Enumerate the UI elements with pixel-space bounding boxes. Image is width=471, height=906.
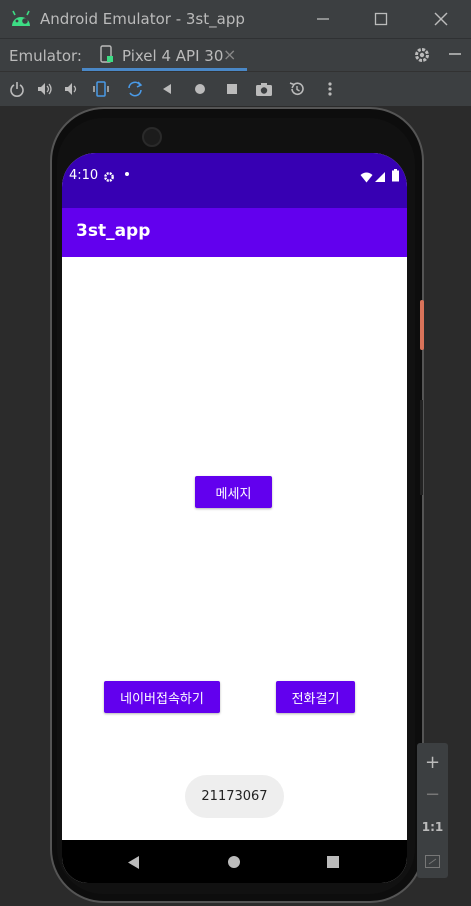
status-time: 4:10	[69, 168, 99, 183]
emulator-label: Emulator:	[9, 47, 82, 65]
emulator-toolbar	[0, 71, 471, 106]
settings-notification-icon	[103, 168, 115, 187]
navigation-bar	[62, 840, 407, 883]
emulator-tabbar: Emulator: Pixel 4 API 30 ×	[0, 38, 471, 71]
app-title: 3st_app	[76, 221, 151, 241]
replay-icon[interactable]	[286, 78, 308, 100]
minimize-button[interactable]	[310, 6, 336, 32]
minimize-panel-icon[interactable]	[447, 46, 463, 66]
nav-home-icon[interactable]	[226, 854, 242, 870]
power-icon[interactable]	[6, 78, 28, 100]
device-icon	[100, 45, 114, 69]
back-icon[interactable]	[156, 78, 178, 100]
device-screen: 4:10 3st_app 메세지 네이버접속하기 전화걸기 21173067	[62, 153, 407, 883]
window-titlebar: Android Emulator - 3st_app	[0, 0, 471, 38]
status-bar: 4:10	[62, 153, 407, 208]
rotate-right-icon[interactable]	[124, 78, 146, 100]
overview-icon[interactable]	[221, 78, 243, 100]
battery-icon	[392, 167, 399, 186]
window-title: Android Emulator - 3st_app	[40, 10, 245, 28]
zoom-out-button[interactable]: −	[417, 779, 448, 809]
call-button[interactable]: 전화걸기	[276, 681, 355, 713]
notification-dot-icon	[125, 172, 129, 176]
tab-close-icon[interactable]: ×	[223, 45, 236, 64]
app-bar: 3st_app	[62, 208, 407, 257]
toast-message: 21173067	[185, 775, 284, 818]
rotate-left-icon[interactable]	[90, 78, 112, 100]
tab-label: Pixel 4 API 30	[122, 47, 224, 65]
volume-up-icon[interactable]	[34, 78, 56, 100]
nav-back-icon[interactable]	[126, 854, 142, 870]
zoom-ratio-button[interactable]: 1:1	[417, 812, 448, 842]
fit-screen-icon[interactable]	[425, 853, 440, 872]
close-window-button[interactable]	[428, 6, 454, 32]
android-icon	[10, 9, 32, 31]
maximize-button[interactable]	[368, 6, 394, 32]
front-camera-icon	[142, 127, 162, 147]
nav-overview-icon[interactable]	[325, 854, 341, 870]
wifi-icon	[360, 168, 373, 187]
tab-pixel4[interactable]: Pixel 4 API 30 ×	[82, 39, 247, 71]
zoom-in-button[interactable]: +	[417, 747, 448, 777]
home-icon[interactable]	[189, 78, 211, 100]
zoom-panel: + − 1:1	[417, 743, 448, 878]
gear-icon[interactable]	[413, 46, 431, 68]
more-icon[interactable]	[319, 78, 341, 100]
message-button[interactable]: 메세지	[195, 476, 272, 508]
camera-icon[interactable]	[253, 78, 275, 100]
naver-connect-button[interactable]: 네이버접속하기	[104, 681, 220, 713]
power-side-button[interactable]	[420, 300, 424, 350]
signal-icon	[375, 168, 386, 187]
volume-side-button[interactable]	[420, 400, 423, 495]
app-content: 메세지 네이버접속하기 전화걸기 21173067	[62, 257, 407, 840]
volume-down-icon[interactable]	[60, 78, 82, 100]
